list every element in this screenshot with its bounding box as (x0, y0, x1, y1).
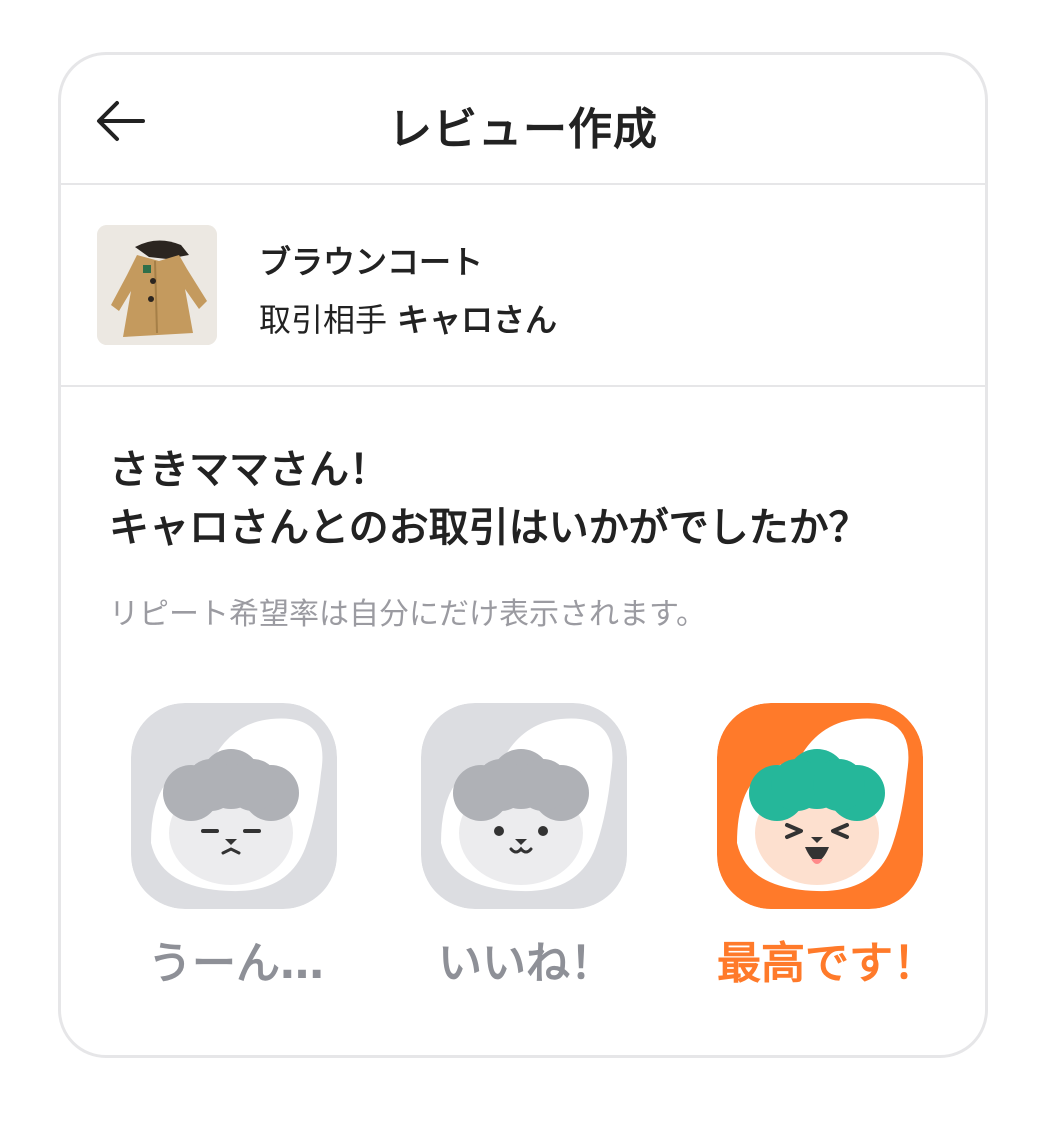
rating-option-good[interactable]: いいね！ (421, 703, 631, 991)
item-thumbnail (97, 225, 217, 345)
review-question: さきママさん！ キャロさんとのお取引はいかがでしたか？ (109, 441, 869, 557)
rating-option-label: いいね！ (438, 938, 614, 989)
item-summary: ブラウンコート 取引相手 キャロさん (61, 185, 985, 387)
smile-face-icon (421, 703, 627, 909)
item-name: ブラウンコート (259, 243, 484, 281)
rating-option-best[interactable]: 最高です！ (717, 703, 937, 991)
rating-option-label: うーん… (148, 938, 324, 989)
partner-name: キャロさん (397, 301, 558, 339)
greeting: さきママさん！ (109, 447, 389, 493)
rating-option-meh[interactable]: うーん… (131, 703, 341, 991)
laugh-face-icon (717, 703, 923, 909)
partner-info: 取引相手 キャロさん (259, 295, 557, 341)
page-title: レビュー作成 (388, 104, 658, 155)
coat-image (97, 225, 217, 345)
privacy-note: リピート希望率は自分にだけ表示されます。 (109, 597, 706, 632)
partner-label: 取引相手 (259, 301, 388, 339)
meh-face-icon (131, 703, 337, 909)
review-card: レビュー作成 ブラウンコート 取引相手 キャロさん さきママさん！ キャロさんとの… (58, 52, 988, 1058)
question-text: キャロさんとのお取引はいかがでしたか？ (109, 505, 869, 551)
rating-option-label: 最高です！ (717, 938, 937, 989)
header: レビュー作成 (61, 55, 985, 185)
